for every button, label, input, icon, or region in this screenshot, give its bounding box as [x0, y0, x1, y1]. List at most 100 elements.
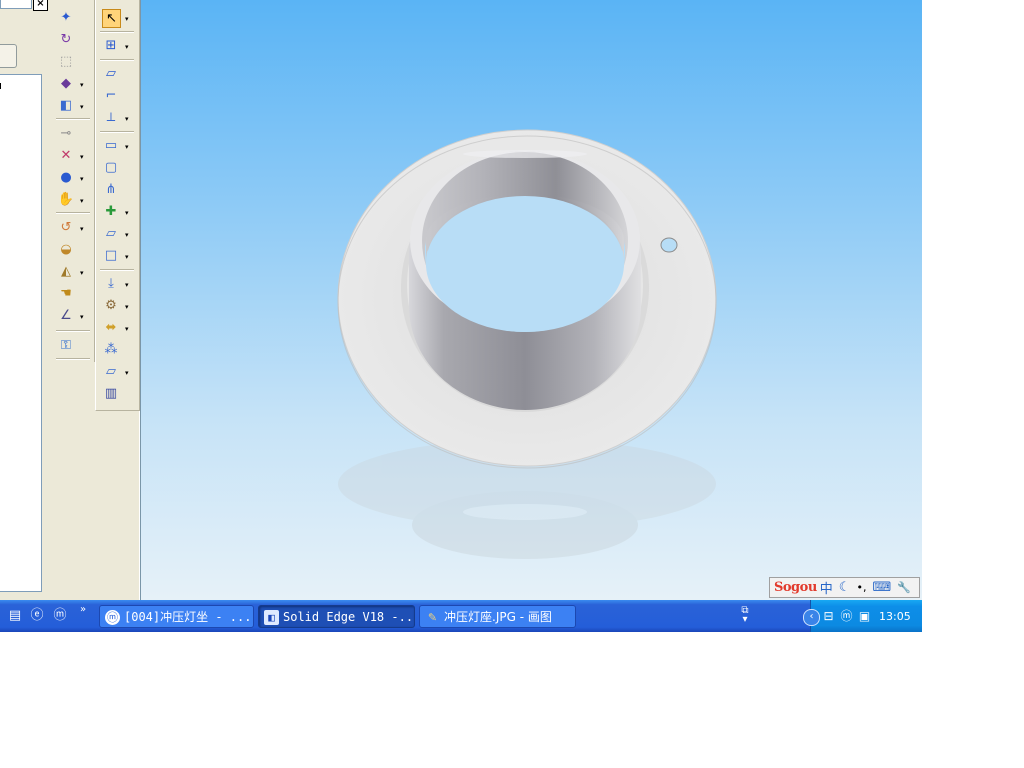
- ime-toolbar[interactable]: Sogou 中 ☾ •, ⌨ 🔧: [769, 577, 920, 598]
- maxthon-icon: ⓜ: [105, 610, 120, 625]
- panel-close-button[interactable]: ×: [33, 0, 48, 11]
- dropdown-arrow-icon[interactable]: ▾: [125, 370, 131, 377]
- dropdown-arrow-icon[interactable]: ▾: [125, 16, 131, 23]
- toolbar-separator: [100, 269, 134, 271]
- toolbar-separator: [56, 330, 90, 332]
- task-label: Solid Edge V18 -...: [283, 610, 415, 624]
- system-tray: ‹ ⊟ ⓜ ▣ 13:05: [803, 600, 922, 632]
- toolbar-separator: [100, 59, 134, 61]
- dropdown-arrow-icon[interactable]: ▾: [80, 226, 86, 233]
- taskbar-button-chat[interactable]: ⓜ [004]冲压灯坐 - ...: [99, 605, 254, 628]
- features-toolbar: ✦ ↻ ⬚ ◆ ▾ ◧ ▾ ⊸ ✕ ▾ ● ▾ ✋ ▾ ↺ ▾ ◒ ◭ ▾ ☚ ∠ ▾ ⚿: [52, 0, 95, 363]
- add-feature-icon[interactable]: ✚: [102, 203, 120, 221]
- dropdown-arrow-icon[interactable]: ▾: [80, 154, 86, 161]
- bend-icon[interactable]: ⟂: [102, 109, 120, 127]
- toolbar-separator: [100, 31, 134, 33]
- sheetmetal-toolbar: ↖ ▾ ⊞ ▾ ▱ ⌐ ⟂ ▾ ▭ ▾ ▢ ⋔ ✚ ▾ ▱ ▾ □ ▾ ⤓ ▾ ⚙ ▾ ⬌ ▾ ⁂ ▱ ▾ ▥: [95, 0, 140, 411]
- gray-hand-icon[interactable]: ✋: [57, 191, 75, 209]
- task-label: [004]冲压灯坐 - ...: [124, 610, 252, 624]
- ime-punctuation-toggle[interactable]: •,: [856, 581, 866, 594]
- model-render: [337, 129, 717, 559]
- task-label: 冲压灯座.JPG - 画图: [444, 610, 552, 624]
- dropdown-arrow-icon[interactable]: ▾: [125, 282, 131, 289]
- cube-split-icon[interactable]: ◧: [57, 97, 75, 115]
- paint-icon: ✎: [427, 611, 438, 624]
- dropdown-arrow-icon[interactable]: ▾: [125, 304, 131, 311]
- mounting-hole: [660, 237, 678, 253]
- close-icon: ×: [36, 0, 45, 9]
- dropdown-arrow-icon[interactable]: ▾: [125, 254, 131, 261]
- dropdown-arrow-icon[interactable]: ▾: [125, 232, 131, 239]
- emboss-icon[interactable]: ⋔: [102, 181, 120, 199]
- bars-icon[interactable]: ▥: [102, 385, 120, 403]
- dashed-box-icon[interactable]: ⬚: [57, 53, 75, 71]
- dropdown-arrow-icon[interactable]: ▾: [125, 326, 131, 333]
- dropdown-arrow-icon[interactable]: ▾: [125, 44, 131, 51]
- tab-icon[interactable]: ▭: [102, 137, 120, 155]
- square-icon[interactable]: □: [102, 247, 120, 265]
- network-icon[interactable]: ⊟: [821, 609, 836, 624]
- tilt-cube-icon[interactable]: ◆: [57, 75, 75, 93]
- panel-layers-tab[interactable]: [0, 44, 17, 68]
- loft-icon[interactable]: ◭: [57, 263, 75, 281]
- dropdown-arrow-icon[interactable]: ▾: [80, 198, 86, 205]
- display-icon[interactable]: ▣: [857, 609, 872, 624]
- panel-top-field[interactable]: [0, 0, 32, 9]
- dropdown-arrow-icon[interactable]: ▾: [125, 144, 131, 151]
- tray-expand-button[interactable]: ‹: [803, 609, 820, 626]
- ime-language-toggle[interactable]: 中: [820, 578, 833, 597]
- dropdown-arrow-icon[interactable]: ▾: [80, 314, 86, 321]
- toolbar-separator: [100, 131, 134, 133]
- cutout-icon[interactable]: ▢: [102, 159, 120, 177]
- wizard-icon[interactable]: ⚿: [57, 337, 75, 355]
- dropdown-arrow-icon[interactable]: ▾: [125, 116, 131, 123]
- punch-icon[interactable]: ⤓: [102, 275, 120, 293]
- show-desktop-icon[interactable]: ▤: [7, 608, 23, 624]
- pin-icon[interactable]: ✦: [57, 9, 75, 27]
- ie-icon[interactable]: ⓔ: [29, 608, 45, 624]
- taskbar: » ⓜ [004]冲压灯坐 - ... ◧ Solid Edge V18 -..…: [0, 600, 922, 632]
- solid-edge-icon: ◧: [264, 610, 279, 625]
- cross-out-icon[interactable]: ✕: [57, 147, 75, 165]
- keyboard-icon[interactable]: ⌨: [872, 580, 891, 595]
- ime-moon-icon[interactable]: ☾: [839, 580, 851, 595]
- toolbar-separator: [56, 358, 90, 360]
- taskbar-button-solid-edge[interactable]: ◧ Solid Edge V18 -...: [258, 605, 415, 628]
- wrench-icon[interactable]: 🔧: [897, 581, 911, 594]
- taskbar-button-paint[interactable]: ✎ 冲压灯座.JPG - 画图: [419, 605, 576, 628]
- toolbar-background-2: [95, 411, 139, 600]
- dimple-icon[interactable]: ⚙: [102, 297, 120, 315]
- clock[interactable]: 13:05: [879, 609, 911, 624]
- rotate-icon[interactable]: ↻: [57, 31, 75, 49]
- toolbar-separator: [56, 212, 90, 214]
- dropdown-arrow-icon[interactable]: ▾: [125, 210, 131, 217]
- sweep-icon[interactable]: ◒: [57, 241, 75, 259]
- feature-tree-list[interactable]: [0, 74, 42, 592]
- flange-icon[interactable]: ⌐: [102, 87, 120, 105]
- quicklaunch-more-button[interactable]: »: [80, 604, 86, 615]
- dropdown-arrow-icon[interactable]: ▾: [80, 270, 86, 277]
- restore-icon[interactable]: ⧉ ▾: [740, 606, 750, 625]
- plane-icon[interactable]: ▱: [102, 65, 120, 83]
- sketch-grid-icon[interactable]: ⊞: [102, 37, 120, 55]
- hand-icon[interactable]: ☚: [57, 285, 75, 303]
- hinge-icon[interactable]: ⊸: [57, 125, 75, 143]
- angle-icon[interactable]: ∠: [57, 307, 75, 325]
- dropdown-arrow-icon[interactable]: ▾: [80, 82, 86, 89]
- maxthon-tray-icon[interactable]: ⓜ: [839, 609, 854, 624]
- sheet-icon[interactable]: ▱: [102, 363, 120, 381]
- blue-sphere-icon[interactable]: ●: [57, 169, 75, 187]
- face-icon[interactable]: ▱: [102, 225, 120, 243]
- maxthon-icon[interactable]: ⓜ: [52, 608, 68, 624]
- toolbar-background: [52, 362, 95, 600]
- revolve-icon[interactable]: ↺: [57, 219, 75, 237]
- mirror-icon[interactable]: ⬌: [102, 319, 120, 337]
- toolbar-separator: [56, 118, 90, 120]
- feature-pathfinder-panel: ×: [0, 0, 53, 600]
- select-arrow-icon[interactable]: ↖: [102, 9, 121, 28]
- desktop-screen: × ✦ ↻ ⬚ ◆ ▾ ◧ ▾ ⊸ ✕ ▾ ● ▾ ✋ ▾ ↺ ▾ ◒ ◭ ▾ ☚ ∠ ▾ ⚿ ↖ ▾ ⊞ ▾ ▱ ⌐ ⟂ ▾ ▭ ▾ ▢ ⋔ ✚ ▾…: [0, 0, 922, 632]
- dropdown-arrow-icon[interactable]: ▾: [80, 176, 86, 183]
- 3d-viewport[interactable]: [140, 0, 922, 600]
- pattern-icon[interactable]: ⁂: [102, 341, 120, 359]
- dropdown-arrow-icon[interactable]: ▾: [80, 104, 86, 111]
